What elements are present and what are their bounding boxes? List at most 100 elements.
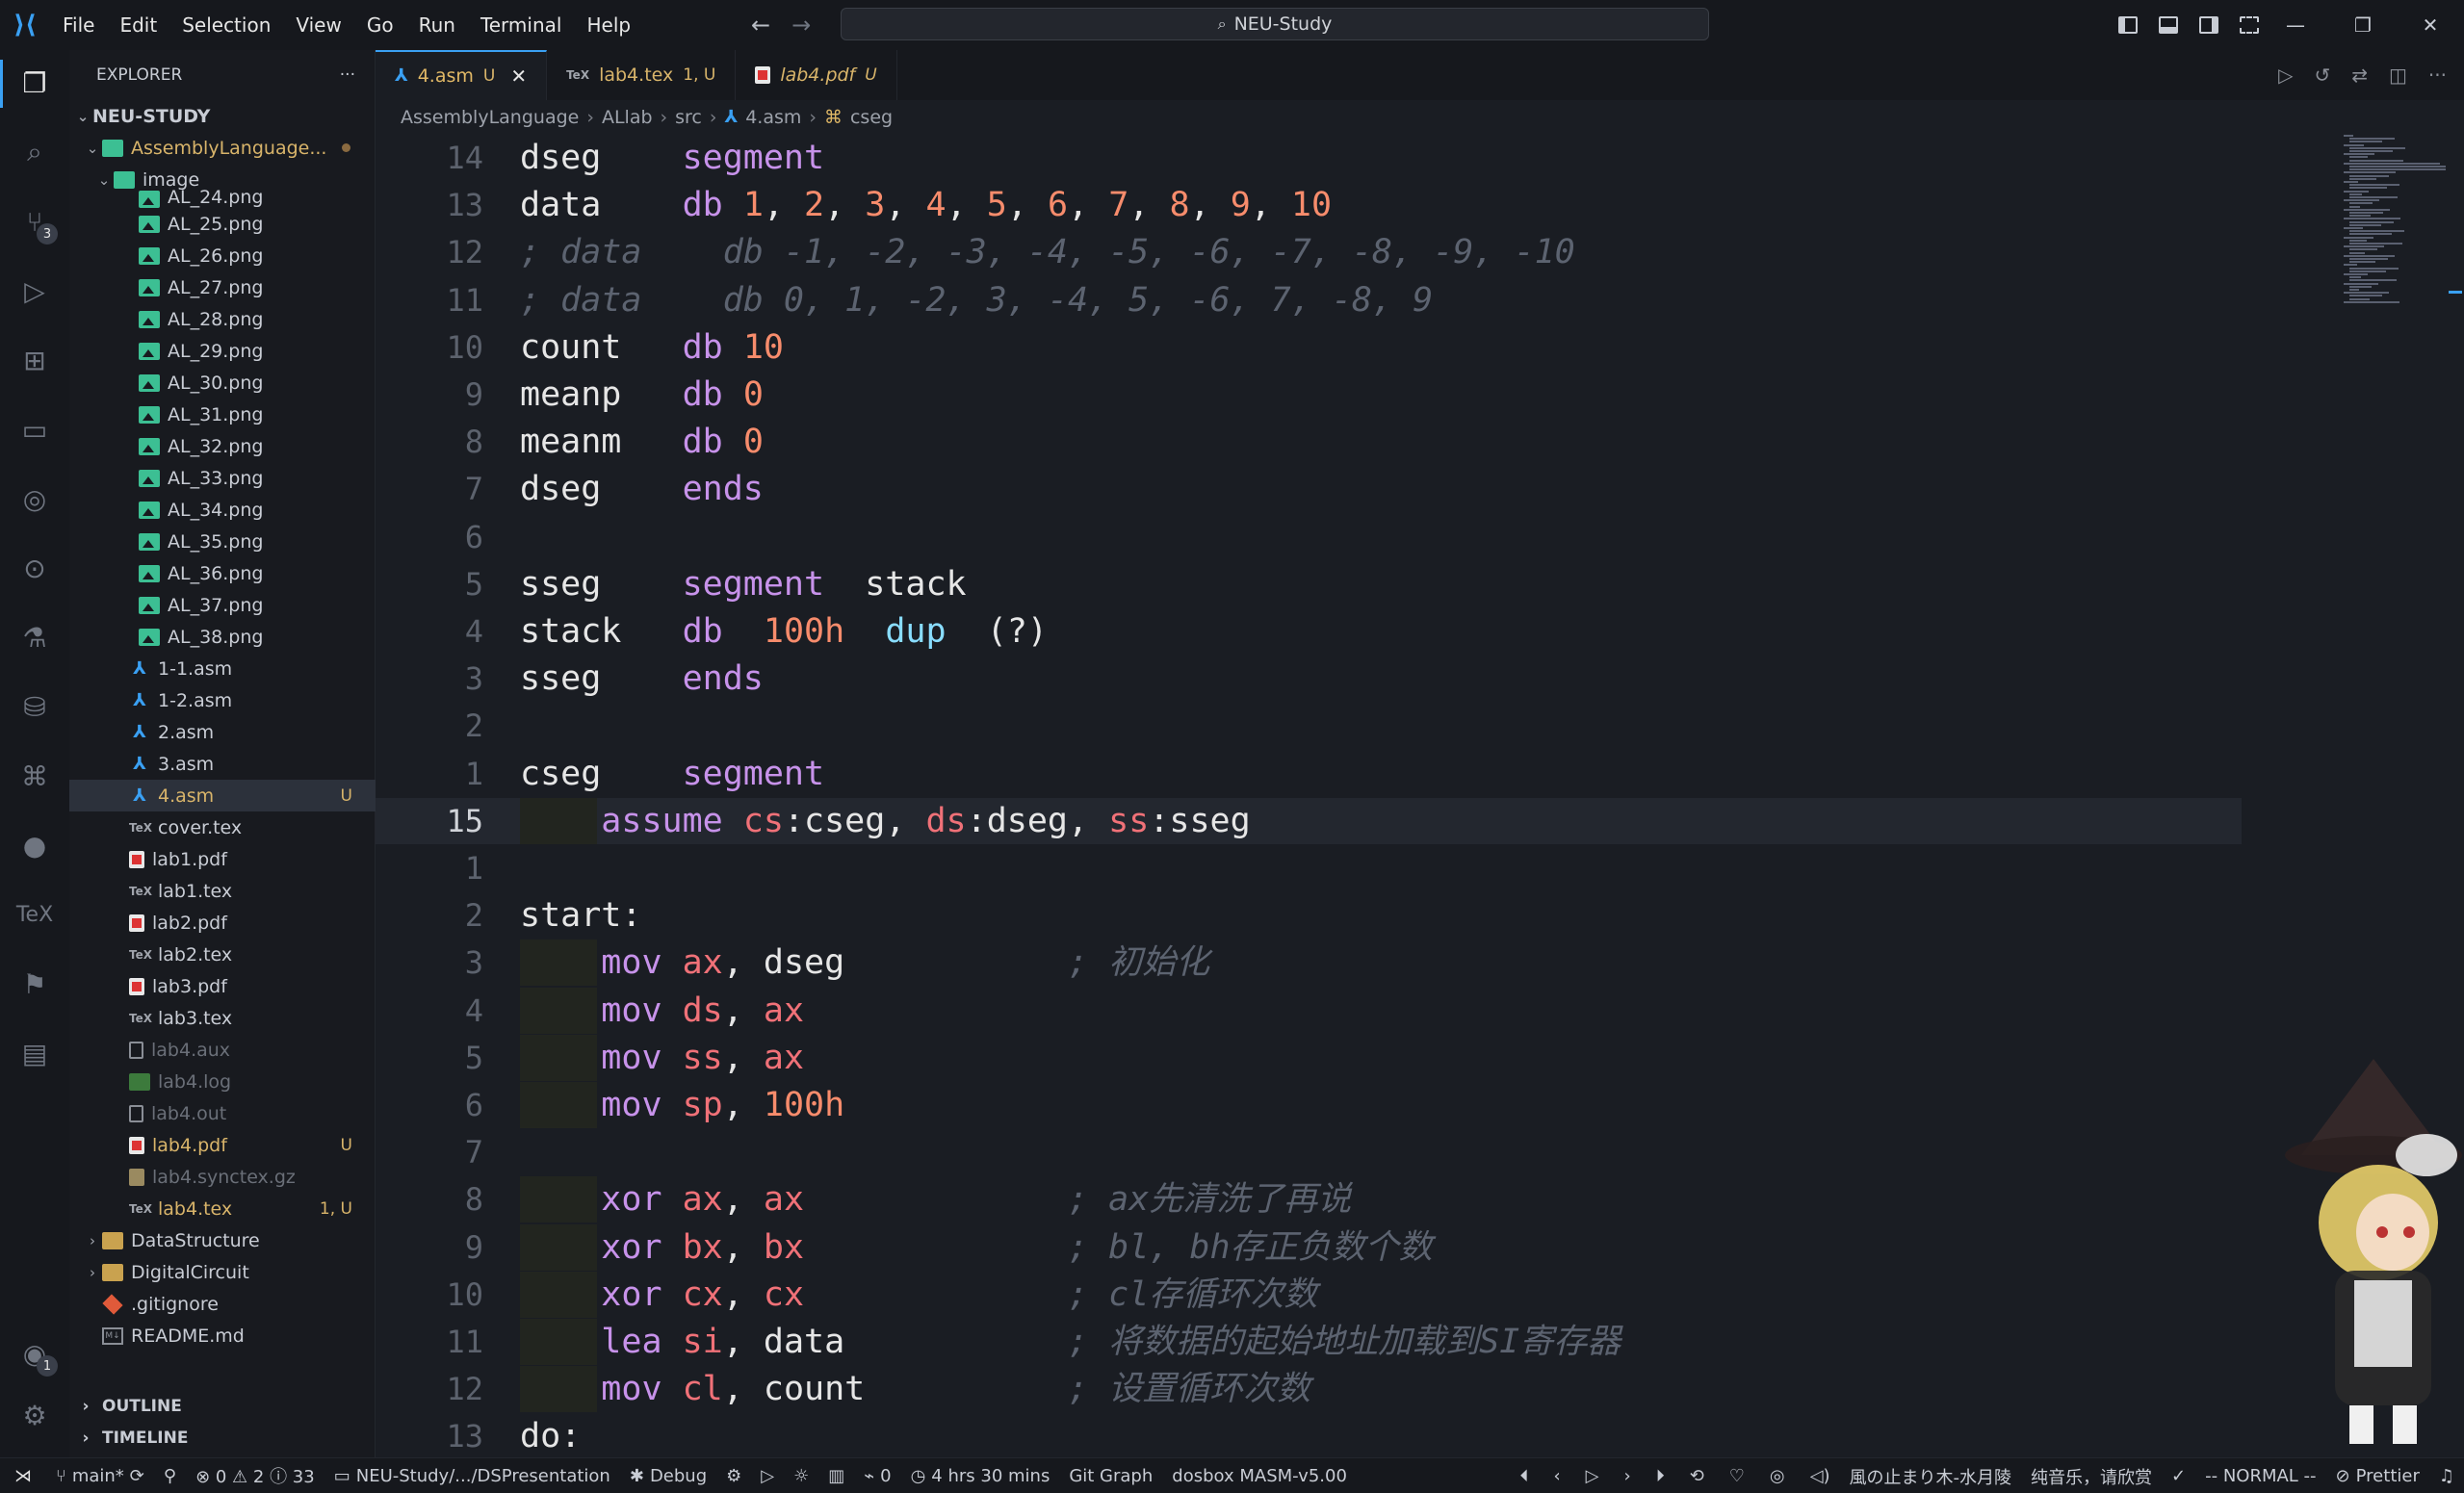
run-debug-icon[interactable]: ▷ xyxy=(17,273,52,308)
code-line[interactable]: 11 lea si, data ; 将数据的起始地址加载到SI寄存器 xyxy=(376,1319,2340,1365)
code-line[interactable]: 11 ; data db 0, 1, -2, 3, -4, 5, -6, 7, -… xyxy=(376,277,2340,323)
github-icon[interactable]: ● xyxy=(17,828,52,862)
file-cover-tex[interactable]: TeX cover.tex xyxy=(69,811,376,843)
file-lab2-pdf[interactable]: lab2.pdf xyxy=(69,907,376,939)
tab-4-asm[interactable]: ⅄ 4.asm U ✕ xyxy=(376,50,548,100)
chevron-down-icon[interactable]: ⌄ xyxy=(83,140,102,157)
file-al_29-png[interactable]: AL_29.png xyxy=(69,335,376,367)
testing-icon[interactable]: ⚗ xyxy=(17,620,52,655)
more-icon[interactable]: ··· xyxy=(2428,64,2447,87)
file-al_28-png[interactable]: AL_28.png xyxy=(69,303,376,335)
breadcrumb-item[interactable]: cseg xyxy=(850,107,893,128)
file-lab4-synctex-gz[interactable]: lab4.synctex.gz xyxy=(69,1161,376,1193)
debug-indicator[interactable]: ✱ Debug xyxy=(620,1458,716,1493)
debug-bug-icon[interactable]: ☼ xyxy=(784,1458,818,1493)
menu-view[interactable]: View xyxy=(283,0,353,50)
file-4-asm[interactable]: ⅄ 4.asm U xyxy=(69,780,376,811)
file-al_37-png[interactable]: AL_37.png xyxy=(69,589,376,621)
folder-datastructure[interactable]: › DataStructure xyxy=(69,1224,376,1256)
customize-layout-icon[interactable] xyxy=(2240,16,2259,34)
code-line[interactable]: 7 xyxy=(376,1129,2340,1175)
code-line[interactable]: 7 dseg ends xyxy=(376,466,2340,512)
code-line[interactable]: 1 xyxy=(376,845,2340,891)
file-al_38-png[interactable]: AL_38.png xyxy=(69,621,376,653)
menu-go[interactable]: Go xyxy=(354,0,406,50)
tab-lab4-pdf[interactable]: lab4.pdf U xyxy=(736,50,897,100)
toggle-panel-icon[interactable] xyxy=(2159,16,2178,34)
code-line[interactable]: 6 xyxy=(376,514,2340,560)
accounts-icon[interactable]: ◉ 1 xyxy=(17,1336,58,1377)
file-lab3-tex[interactable]: TeX lab3.tex xyxy=(69,1002,376,1034)
code-line[interactable]: 13 data db 1, 2, 3, 4, 5, 6, 7, 8, 9, 10 xyxy=(376,182,2340,228)
code-line[interactable]: 4 mov ds, ax xyxy=(376,987,2340,1034)
code-line[interactable]: 8 xor ax, ax ; ax先清洗了再说 xyxy=(376,1176,2340,1223)
branch-indicator[interactable]: ⑂ main* ⟳ xyxy=(46,1458,154,1493)
lyrics-icon[interactable]: ◎ xyxy=(1770,1466,1785,1486)
file-1-1-asm[interactable]: ⅄ 1-1.asm xyxy=(69,653,376,684)
folder-digitalcircuit[interactable]: › DigitalCircuit xyxy=(69,1256,376,1288)
file-al_26-png[interactable]: AL_26.png xyxy=(69,240,376,271)
ports-indicator[interactable]: ⌁ 0 xyxy=(854,1458,900,1493)
tab-lab4-tex[interactable]: TeX lab4.tex 1, U xyxy=(547,50,737,100)
code-line[interactable]: 9 meanp db 0 xyxy=(376,372,2340,418)
git-graph-icon[interactable]: ⊙ xyxy=(17,551,52,585)
code-line[interactable]: 5 sseg segment stack xyxy=(376,561,2340,607)
files-icon[interactable]: ❐ xyxy=(17,65,52,100)
timeline-section[interactable]: › TIMELINE xyxy=(69,1422,376,1454)
code-line[interactable]: 13 do: xyxy=(376,1413,2340,1457)
code-line[interactable]: 4 stack db 100h dup (?) xyxy=(376,608,2340,655)
folder-icon[interactable]: ▤ xyxy=(17,1036,52,1070)
trash-icon[interactable]: ▥ xyxy=(818,1458,854,1493)
history-icon[interactable]: ↺ xyxy=(2314,64,2330,87)
timeline-icon[interactable]: ◎ xyxy=(17,481,52,516)
python-icon[interactable]: ⌘ xyxy=(17,759,52,793)
menu-help[interactable]: Help xyxy=(574,0,643,50)
file-lab1-pdf[interactable]: lab1.pdf xyxy=(69,843,376,875)
breadcrumb-item[interactable]: ALlab xyxy=(602,107,653,128)
file-al_36-png[interactable]: AL_36.png xyxy=(69,557,376,589)
volume-icon[interactable]: ◁) xyxy=(1810,1466,1830,1486)
check-icon[interactable]: ✓ xyxy=(2162,1458,2195,1493)
prettier-indicator[interactable]: ⊘ Prettier xyxy=(2326,1458,2429,1493)
outline-section[interactable]: › OUTLINE xyxy=(69,1390,376,1422)
settings-gear-icon[interactable]: ⚙ xyxy=(17,1398,52,1432)
code-line[interactable]: 6 mov sp, 100h xyxy=(376,1082,2340,1128)
time-tracker[interactable]: ◷ 4 hrs 30 mins xyxy=(901,1458,1060,1493)
breadcrumb-item[interactable]: 4.asm xyxy=(745,107,801,128)
file-al_24-png[interactable]: AL_24.png xyxy=(69,186,376,208)
code-line[interactable]: 2 xyxy=(376,703,2340,749)
menu-selection[interactable]: Selection xyxy=(169,0,283,50)
file-al_27-png[interactable]: AL_27.png xyxy=(69,271,376,303)
file-lab3-pdf[interactable]: lab3.pdf xyxy=(69,970,376,1002)
code-line[interactable]: 3 sseg ends xyxy=(376,656,2340,702)
problems-indicator[interactable]: ⊗ 0 ⚠ 2 ⓘ 33 xyxy=(186,1458,324,1493)
file-al_33-png[interactable]: AL_33.png xyxy=(69,462,376,494)
split-editor-icon[interactable]: ◫ xyxy=(2389,64,2407,87)
restore-button[interactable]: ❐ xyxy=(2329,13,2397,37)
file-gitignore[interactable]: .gitignore xyxy=(69,1288,376,1320)
code-editor[interactable]: 14 dseg segment 13 data db 1, 2, 3, 4, 5, 6… xyxy=(376,135,2340,1457)
file-lab4-log[interactable]: lab4.log xyxy=(69,1066,376,1097)
docker-icon[interactable]: ⛁ xyxy=(17,689,52,724)
seek-forward-icon[interactable]: › xyxy=(1623,1466,1630,1486)
tree-root[interactable]: ⌄ NEU-STUDY xyxy=(69,100,376,132)
next-track-icon[interactable]: ⏵ xyxy=(1656,1466,1665,1486)
code-line[interactable]: 8 meanm db 0 xyxy=(376,419,2340,465)
back-arrow-icon[interactable]: ← xyxy=(751,12,770,39)
file-2-asm[interactable]: ⅄ 2.asm xyxy=(69,716,376,748)
sync-icon[interactable]: ⟳ xyxy=(130,1466,144,1486)
file-readme-md[interactable]: M↓ README.md xyxy=(69,1320,376,1351)
toggle-sidebar-icon[interactable] xyxy=(2118,16,2138,34)
file-3-asm[interactable]: ⅄ 3.asm xyxy=(69,748,376,780)
file-al_35-png[interactable]: AL_35.png xyxy=(69,526,376,557)
menu-run[interactable]: Run xyxy=(406,0,468,50)
chevron-down-icon[interactable]: ⌄ xyxy=(73,108,92,125)
minimize-button[interactable]: — xyxy=(2262,13,2329,37)
file-lab2-tex[interactable]: TeX lab2.tex xyxy=(69,939,376,970)
code-line[interactable]: 1 cseg segment xyxy=(376,751,2340,797)
settings-sync-icon[interactable]: ⚙ xyxy=(716,1458,751,1493)
file-al_25-png[interactable]: AL_25.png xyxy=(69,208,376,240)
file-al_30-png[interactable]: AL_30.png xyxy=(69,367,376,399)
breadcrumb-item[interactable]: src xyxy=(675,107,702,128)
seek-back-icon[interactable]: ‹ xyxy=(1553,1466,1560,1486)
